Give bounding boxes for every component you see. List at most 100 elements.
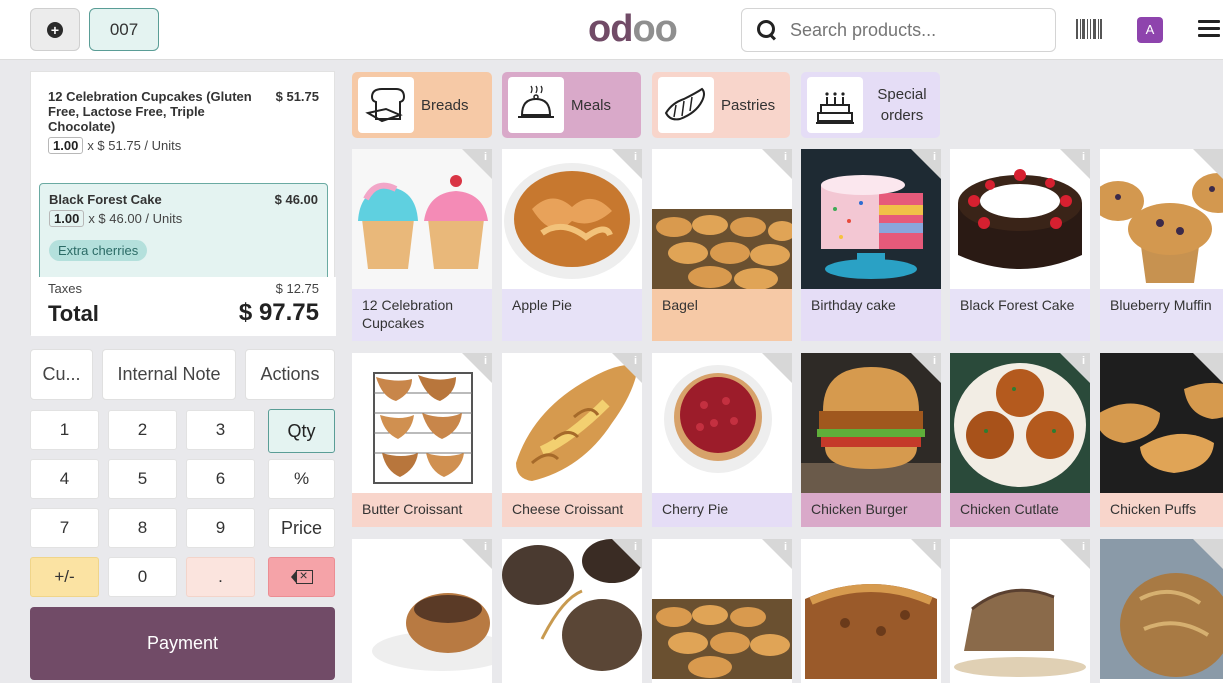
order-line-qty: 1.00 x $ 46.00 / Units [49, 210, 318, 227]
info-icon[interactable] [1193, 149, 1223, 179]
numpad-2[interactable]: 2 [108, 410, 177, 450]
info-icon[interactable] [762, 149, 792, 179]
new-order-button[interactable]: + [30, 8, 80, 51]
unit-price-text: x $ 51.75 / Units [87, 138, 182, 153]
menu-icon[interactable] [1198, 20, 1220, 38]
product-name: Chicken Burger [801, 493, 941, 527]
numpad-4[interactable]: 4 [30, 459, 99, 499]
info-icon[interactable] [612, 539, 642, 569]
backspace-icon [290, 567, 313, 584]
info-icon[interactable] [762, 353, 792, 383]
category-label: Meals [571, 96, 612, 114]
taxes-label: Taxes [48, 281, 82, 296]
product-card-chicken-puffs[interactable]: Chicken Puffs [1100, 353, 1223, 527]
product-card-birthday-cake[interactable]: i Birthday cake [801, 149, 941, 341]
search-box[interactable] [741, 8, 1056, 52]
product-card-bagel[interactable]: i Bagel [652, 149, 792, 341]
info-icon[interactable] [1193, 353, 1223, 383]
product-card-cherry-pie[interactable]: Cherry Pie [652, 353, 792, 527]
numpad-0[interactable]: 0 [108, 557, 177, 597]
category-special-orders[interactable]: Special orders [801, 72, 940, 138]
product-name: Birthday cake [801, 289, 941, 341]
product-card-chicken-cutlate[interactable]: i Chicken Cutlate [950, 353, 1090, 527]
numpad-3[interactable]: 3 [186, 410, 255, 450]
product-name: Cheese Croissant [502, 493, 642, 527]
customer-button[interactable]: Cu... [30, 349, 93, 400]
unit-price-text: x $ 46.00 / Units [88, 211, 183, 226]
product-card-celebration-cupcakes[interactable]: i 12 Celebration Cupcakes [352, 149, 492, 341]
search-input[interactable] [790, 19, 1030, 41]
info-icon[interactable] [1060, 539, 1090, 569]
barcode-icon[interactable] [1076, 19, 1102, 39]
product-name: Apple Pie [502, 289, 642, 341]
product-card-blueberry-muffin[interactable]: Blueberry Muffin [1100, 149, 1223, 341]
product-card[interactable]: i [950, 539, 1090, 683]
logo-text-1: od [588, 8, 633, 50]
price-mode-button[interactable]: Price [268, 508, 335, 548]
order-line-selected[interactable]: Black Forest Cake $ 46.00 1.00 x $ 46.00 … [39, 183, 328, 283]
product-card[interactable]: i [652, 539, 792, 683]
logo-text-2: oo [632, 8, 677, 50]
order-line-price: $ 51.75 [275, 89, 319, 104]
category-meals[interactable]: Meals [502, 72, 641, 138]
info-icon[interactable] [462, 539, 492, 569]
numpad-decimal[interactable]: . [186, 557, 255, 597]
total-value: $ 97.75 [238, 299, 319, 326]
order-line[interactable]: 12 Celebration Cupcakes (Gluten Free, La… [31, 89, 336, 154]
numpad-6[interactable]: 6 [186, 459, 255, 499]
discount-mode-button[interactable]: % [268, 459, 335, 499]
product-card-butter-croissant[interactable]: i Butter Croissant [352, 353, 492, 527]
category-pastries[interactable]: Pastries [652, 72, 790, 138]
internal-note-button[interactable]: Internal Note [102, 349, 236, 400]
numpad-9[interactable]: 9 [186, 508, 255, 548]
order-line-qty: 1.00 x $ 51.75 / Units [48, 137, 319, 154]
product-name: Chicken Puffs [1100, 493, 1223, 527]
info-icon[interactable] [762, 539, 792, 569]
product-card-black-forest-cake[interactable]: i Black Forest Cake [950, 149, 1090, 341]
left-panel: 12 Celebration Cupcakes (Gluten Free, La… [0, 60, 345, 683]
product-name: Cherry Pie [652, 493, 792, 527]
info-icon[interactable] [911, 539, 941, 569]
numpad-8[interactable]: 8 [108, 508, 177, 548]
top-bar: + 007 odoo A [0, 0, 1223, 60]
qty-value: 1.00 [49, 210, 85, 227]
product-card[interactable]: i [352, 539, 492, 683]
qty-mode-button[interactable]: Qty [268, 409, 335, 453]
order-line-price: $ 46.00 [274, 192, 318, 207]
info-icon[interactable] [911, 149, 941, 179]
order-tab[interactable]: 007 [89, 8, 159, 51]
bread-icon [358, 77, 414, 133]
info-icon[interactable] [1060, 353, 1090, 383]
category-label: Breads [421, 96, 469, 114]
payment-button[interactable]: Payment [30, 607, 335, 680]
info-icon[interactable] [1193, 539, 1223, 569]
numpad-7[interactable]: 7 [30, 508, 99, 548]
info-icon[interactable] [462, 353, 492, 383]
product-card-apple-pie[interactable]: i Apple Pie [502, 149, 642, 341]
actions-button[interactable]: Actions [245, 349, 335, 400]
info-icon[interactable] [612, 149, 642, 179]
info-icon[interactable] [911, 353, 941, 383]
taxes-value: $ 12.75 [275, 281, 319, 296]
product-card[interactable]: i [801, 539, 941, 683]
info-icon[interactable] [1060, 149, 1090, 179]
product-card-chicken-burger[interactable]: i Chicken Burger [801, 353, 941, 527]
category-breads[interactable]: Breads [352, 72, 492, 138]
info-icon[interactable] [462, 149, 492, 179]
product-card[interactable]: i [502, 539, 642, 683]
product-name: Blueberry Muffin [1100, 289, 1223, 341]
product-card-cheese-croissant[interactable]: i Cheese Croissant [502, 353, 642, 527]
backspace-button[interactable] [268, 557, 335, 597]
product-name: Butter Croissant [352, 493, 492, 527]
numpad-plus-minus[interactable]: +/- [30, 557, 99, 597]
product-card[interactable] [1100, 539, 1223, 683]
plus-icon: + [47, 21, 63, 38]
line-note-badge: Extra cherries [49, 240, 148, 261]
numpad-5[interactable]: 5 [108, 459, 177, 499]
user-avatar[interactable]: A [1137, 17, 1163, 43]
search-icon [756, 19, 778, 41]
numpad-1[interactable]: 1 [30, 410, 99, 450]
info-icon[interactable] [612, 353, 642, 383]
order-totals: Taxes $ 12.75 Total $ 97.75 [31, 277, 336, 336]
croissant-icon [658, 77, 714, 133]
